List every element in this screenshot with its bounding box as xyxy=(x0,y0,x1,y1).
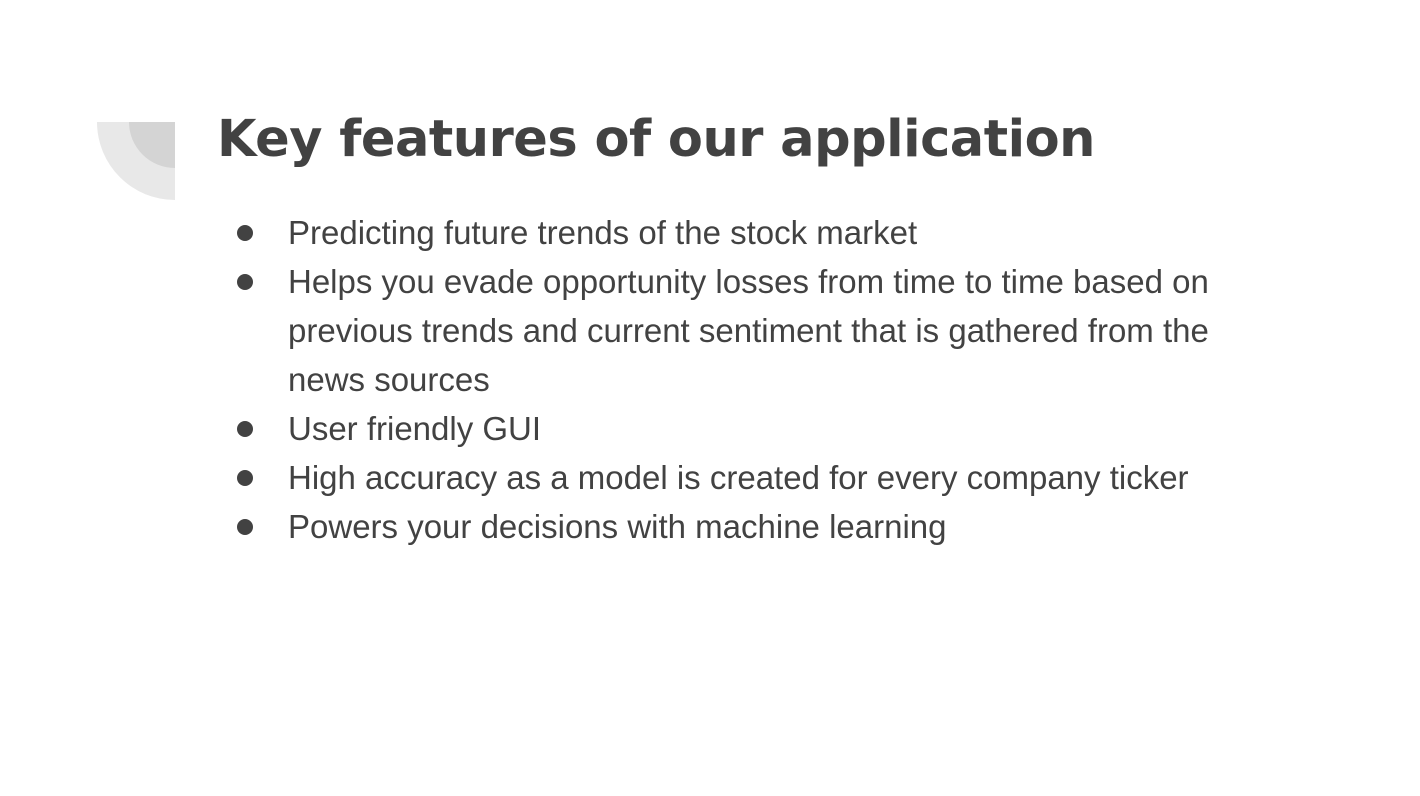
corner-decoration-icon xyxy=(97,122,175,200)
bullet-dot-icon xyxy=(237,225,253,241)
bullet-dot-icon xyxy=(237,519,253,535)
bullet-dot-icon xyxy=(237,274,253,290)
list-item-text: User friendly GUI xyxy=(288,410,542,447)
presentation-slide: Key features of our application Predicti… xyxy=(0,0,1420,796)
slide-title: Key features of our application xyxy=(217,110,1095,169)
list-item-text: Powers your decisions with machine learn… xyxy=(288,508,947,545)
list-item: High accuracy as a model is created for … xyxy=(234,453,1274,502)
list-item: Powers your decisions with machine learn… xyxy=(234,502,1274,551)
list-item: Predicting future trends of the stock ma… xyxy=(234,208,1274,257)
feature-list: Predicting future trends of the stock ma… xyxy=(234,208,1274,551)
bullet-dot-icon xyxy=(237,421,253,437)
list-item-text: High accuracy as a model is created for … xyxy=(288,459,1189,496)
list-item-text: Helps you evade opportunity losses from … xyxy=(288,263,1209,398)
list-item-text: Predicting future trends of the stock ma… xyxy=(288,214,918,251)
list-item: User friendly GUI xyxy=(234,404,1274,453)
bullet-dot-icon xyxy=(237,470,253,486)
list-item: Helps you evade opportunity losses from … xyxy=(234,257,1274,404)
